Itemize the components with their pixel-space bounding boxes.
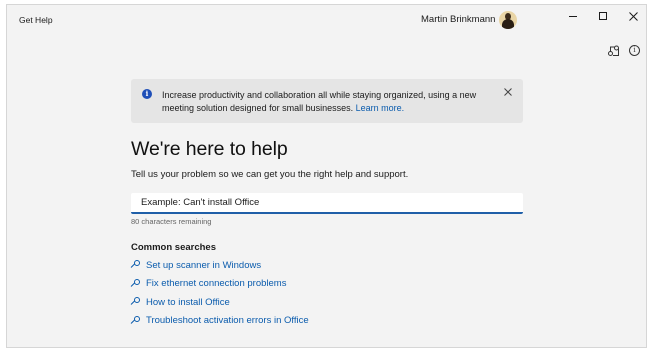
common-search-label: Troubleshoot activation errors in Office (146, 315, 309, 327)
app-window: Get Help Martin Brinkmann i i Increase p… (6, 4, 647, 348)
common-searches-list: Set up scanner in Windows Fix ethernet c… (130, 256, 309, 331)
search-icon (130, 297, 141, 307)
banner-text: Increase productivity and collaboration … (162, 89, 492, 115)
common-search-link[interactable]: Fix ethernet connection problems (130, 275, 309, 294)
common-search-label: How to install Office (146, 296, 230, 308)
common-search-link[interactable]: How to install Office (130, 293, 309, 312)
search-input[interactable] (131, 193, 523, 214)
info-badge-icon: i (142, 89, 152, 99)
search-icon (130, 278, 141, 289)
char-count: 80 characters remaining (131, 217, 212, 226)
page-title: We're here to help (131, 138, 288, 160)
common-search-label: Fix ethernet connection problems (146, 278, 287, 290)
close-icon (504, 88, 512, 96)
title-bar: Get Help Martin Brinkmann (7, 5, 646, 37)
search-icon (130, 315, 141, 326)
common-searches-title: Common searches (131, 242, 217, 253)
common-search-label: Set up scanner in Windows (146, 259, 262, 271)
avatar-body (502, 19, 514, 29)
search-icon (130, 260, 141, 270)
promo-banner: i Increase productivity and collaboratio… (131, 79, 523, 123)
app-title: Get Help (19, 15, 53, 25)
close-window-button[interactable] (618, 5, 648, 27)
banner-message: Increase productivity and collaboration … (162, 90, 477, 113)
user-name[interactable]: Martin Brinkmann (421, 14, 495, 25)
page-subtitle: Tell us your problem so we can get you t… (131, 169, 409, 180)
common-search-link[interactable]: Set up scanner in Windows (130, 256, 309, 275)
maximize-icon (599, 12, 607, 20)
minimize-icon (569, 15, 577, 17)
minimize-button[interactable] (558, 5, 588, 27)
info-icon[interactable]: i (629, 45, 643, 59)
maximize-button[interactable] (588, 5, 618, 27)
avatar[interactable] (499, 11, 517, 29)
banner-close-button[interactable] (504, 87, 512, 99)
common-search-link[interactable]: Troubleshoot activation errors in Office (130, 312, 309, 331)
share-icon[interactable] (607, 45, 621, 59)
close-icon (628, 11, 638, 21)
info-icon-glyph: i (629, 45, 640, 56)
learn-more-link[interactable]: Learn more. (356, 103, 405, 113)
